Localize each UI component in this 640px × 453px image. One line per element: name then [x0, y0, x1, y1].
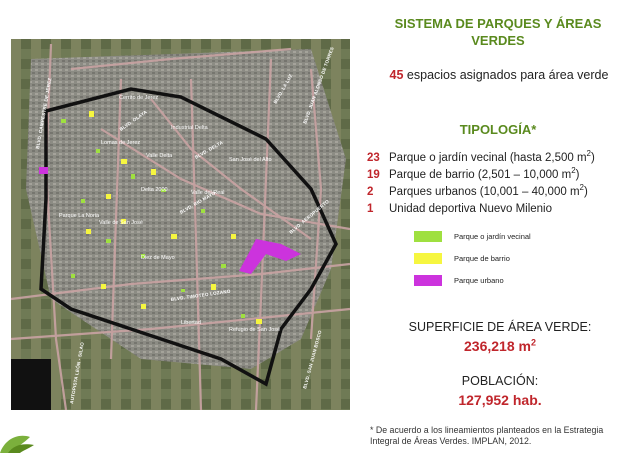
type-count: 2 — [367, 186, 374, 198]
legend-label: Parque urbano — [454, 275, 504, 285]
legend-swatch-urbano — [414, 274, 442, 286]
type-label: Unidad deportiva Nuevo Milenio — [389, 203, 553, 215]
surface-number: 236,218 m — [464, 338, 531, 354]
type-count: 23 — [367, 152, 380, 164]
legend-swatch-barrio — [414, 252, 442, 264]
page-title: SISTEMA DE PARQUES Y ÁREAS VERDES — [394, 16, 602, 48]
population-value: 127,952 hab. — [458, 392, 542, 408]
type-list: 23 Parque o jardín vecinal (hasta 2,500 m… — [367, 150, 637, 218]
tipologia-title: TIPOLOGÍA* — [459, 122, 537, 137]
legend-item: Parque o jardín vecinal — [414, 225, 531, 247]
legend-label: Parque o jardín vecinal — [454, 231, 531, 241]
map-legend: Parque o jardín vecinal Parque de barrio… — [414, 225, 531, 291]
place-label: Valle Delta — [146, 153, 173, 159]
place-label: Lomas de Jerez — [101, 140, 140, 146]
type-row: 2 Parques urbanos (10,001 – 40,000 m2) — [367, 184, 637, 201]
surface-title: SUPERFICIE DE ÁREA VERDE: — [408, 320, 592, 334]
type-close: ) — [591, 152, 595, 164]
place-label: Libertad — [181, 320, 201, 326]
spaces-count: 45 — [389, 68, 404, 82]
unmapped-area — [11, 359, 51, 410]
spaces-summary: 45 espacios asignados para área verde — [368, 68, 630, 82]
legend-item: Parque de barrio — [414, 247, 531, 269]
type-count: 19 — [367, 169, 380, 181]
place-label: Delta 2000 — [141, 187, 168, 193]
surface-exponent: 2 — [530, 337, 536, 348]
leaf-logo-icon — [0, 435, 34, 453]
type-close: ) — [583, 186, 588, 198]
legend-swatch-vecinal — [414, 230, 442, 242]
type-label: Parques urbanos (10,001 – 40,000 m — [389, 186, 580, 198]
legend-label: Parque de barrio — [454, 253, 510, 263]
place-label: Industrial Delta — [171, 125, 209, 131]
place-label: Valle de San José — [99, 220, 143, 226]
legend-item: Parque urbano — [414, 269, 531, 291]
type-label: Parque de barrio (2,501 – 10,000 m — [389, 169, 572, 181]
place-label: Refugio de San José — [229, 327, 280, 333]
type-count: 1 — [367, 203, 374, 215]
type-row: 19 Parque de barrio (2,501 – 10,000 m2) — [367, 167, 637, 184]
type-row: 23 Parque o jardín vecinal (hasta 2,500 m… — [367, 150, 637, 167]
surface-value: 236,218 m2 — [370, 338, 630, 354]
place-label: Parque La Noria — [59, 213, 100, 219]
type-label: Parque o jardín vecinal (hasta 2,500 m — [389, 152, 587, 164]
map-canvas: Cerrito de Jerez Industrial Delta Lomas … — [11, 39, 350, 410]
population-title: POBLACIÓN: — [461, 374, 539, 388]
type-row: 1 Unidad deportiva Nuevo Milenio — [367, 201, 637, 218]
place-label: Cerrito de Jerez — [119, 95, 158, 101]
aerial-map: Cerrito de Jerez Industrial Delta Lomas … — [11, 39, 350, 410]
spaces-text: espacios asignados para área verde — [406, 68, 609, 82]
place-label: San José del Alto — [229, 157, 272, 163]
footnote: * De acuerdo a los lineamientos plantead… — [370, 425, 604, 446]
type-close: ) — [575, 169, 580, 181]
place-label: Diez de Mayo — [141, 255, 175, 261]
